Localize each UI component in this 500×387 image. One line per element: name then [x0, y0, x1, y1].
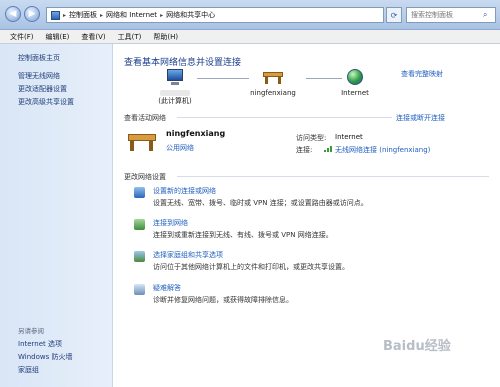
- connect-network-icon: [134, 219, 145, 230]
- internet-globe-icon: [347, 69, 363, 85]
- title-bar: ◀ ▶ ▸ 控制面板 ▸ 网络和 Internet ▸ 网络和共享中心 ⟳ ⌕: [0, 0, 500, 30]
- menu-help[interactable]: 帮助(H): [153, 32, 178, 42]
- active-network-name: ningfenxiang: [166, 129, 226, 138]
- breadcrumb-separator-icon: ▸: [100, 11, 104, 19]
- change-settings-heading: 更改网络设置: [124, 173, 166, 181]
- search-box[interactable]: ⌕: [406, 7, 496, 23]
- connection-label: 连接:: [296, 146, 313, 154]
- sidebar-link-manage-wireless[interactable]: 管理无线网络: [18, 71, 60, 81]
- address-bar[interactable]: ▸ 控制面板 ▸ 网络和 Internet ▸ 网络和共享中心: [46, 7, 384, 23]
- breadcrumb-control-panel[interactable]: 控制面板: [69, 10, 97, 20]
- back-arrow-icon: ◀: [9, 9, 17, 19]
- breadcrumb-network-internet[interactable]: 网络和 Internet: [106, 10, 157, 20]
- sidebar-link-windows-firewall[interactable]: Windows 防火墙: [18, 352, 72, 362]
- section-divider: [177, 117, 392, 118]
- control-panel-icon: [51, 10, 60, 20]
- refresh-button[interactable]: ⟳: [386, 7, 402, 23]
- menu-file[interactable]: 文件(F): [10, 32, 34, 42]
- task-troubleshoot-link[interactable]: 疑难解答: [153, 283, 181, 293]
- refresh-icon: ⟳: [390, 10, 398, 20]
- map-computer-label: (此计算机): [158, 97, 192, 105]
- sidebar-link-homegroup[interactable]: 家庭组: [18, 365, 39, 375]
- network-bench-icon: [262, 69, 284, 85]
- section-divider: [177, 176, 489, 177]
- back-button[interactable]: ◀: [5, 6, 21, 22]
- menu-tools[interactable]: 工具(T): [118, 32, 142, 42]
- baidu-watermark: Baidu经验: [383, 339, 451, 354]
- task-homegroup-desc: 访问位于其他网络计算机上的文件和打印机，或更改共享设置。: [153, 263, 349, 271]
- breadcrumb-network-sharing-center[interactable]: 网络和共享中心: [166, 10, 215, 20]
- see-also-heading: 另请参阅: [18, 327, 44, 335]
- forward-button[interactable]: ▶: [24, 6, 40, 22]
- breadcrumb-separator-icon: ▸: [160, 11, 164, 19]
- connection-value-link[interactable]: 无线网络连接 (ningfenxiang): [335, 145, 430, 155]
- task-troubleshoot-desc: 诊断并修复网络问题，或获得故障排除信息。: [153, 296, 293, 304]
- connect-disconnect-link[interactable]: 连接或断开连接: [396, 113, 445, 123]
- menu-view[interactable]: 查看(V): [81, 32, 105, 42]
- sidebar: 控制面板主页 管理无线网络 更改适配器设置 更改高级共享设置 另请参阅 Inte…: [0, 44, 113, 387]
- forward-arrow-icon: ▶: [28, 9, 36, 19]
- task-homegroup-link[interactable]: 选择家庭组和共享选项: [153, 250, 223, 260]
- troubleshoot-icon: [134, 284, 145, 295]
- computer-icon: [164, 69, 186, 87]
- task-connect-network-desc: 连接到或重新连接到无线、有线、拨号或 VPN 网络连接。: [153, 231, 333, 239]
- new-connection-icon: [134, 187, 145, 198]
- access-type-label: 访问类型:: [296, 134, 327, 142]
- active-networks-heading: 查看活动网络: [124, 114, 166, 122]
- sidebar-link-advanced-sharing[interactable]: 更改高级共享设置: [18, 97, 74, 107]
- sidebar-link-adapter-settings[interactable]: 更改适配器设置: [18, 84, 67, 94]
- sidebar-link-control-panel-home[interactable]: 控制面板主页: [18, 53, 60, 63]
- search-icon[interactable]: ⌕: [483, 10, 487, 20]
- map-computer-node: (此计算机): [153, 69, 197, 106]
- map-internet-node: Internet: [335, 69, 375, 97]
- task-new-connection-link[interactable]: 设置新的连接或网络: [153, 186, 216, 196]
- active-network-bench-icon: [127, 130, 157, 152]
- sidebar-link-internet-options[interactable]: Internet 选项: [18, 339, 62, 349]
- map-network-node: ningfenxiang: [240, 69, 306, 97]
- breadcrumb-separator-icon: ▸: [63, 11, 67, 19]
- map-internet-label: Internet: [341, 89, 369, 97]
- access-type-value: Internet: [335, 133, 363, 141]
- menu-bar: 文件(F) 编辑(E) 查看(V) 工具(T) 帮助(H): [0, 30, 500, 44]
- task-connect-network-link[interactable]: 连接到网络: [153, 218, 188, 228]
- active-network-type-link[interactable]: 公用网络: [166, 143, 194, 153]
- search-input[interactable]: [411, 11, 483, 19]
- map-network-label: ningfenxiang: [250, 89, 296, 97]
- homegroup-icon: [134, 251, 145, 262]
- page-title: 查看基本网络信息并设置连接: [124, 58, 242, 68]
- task-new-connection-desc: 设置无线、宽带、拨号、临时或 VPN 连接；或设置路由器或访问点。: [153, 199, 368, 207]
- wifi-signal-icon: [324, 146, 333, 152]
- view-full-map-link[interactable]: 查看完整映射: [401, 69, 443, 79]
- menu-edit[interactable]: 编辑(E): [46, 32, 70, 42]
